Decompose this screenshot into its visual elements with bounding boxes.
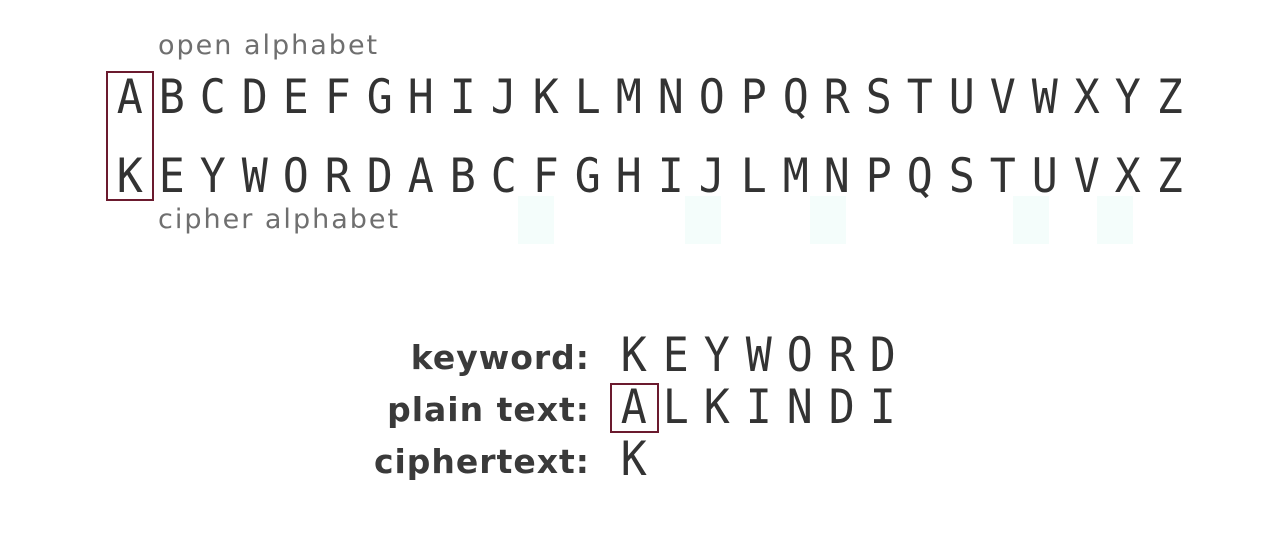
faint-marker: [1013, 196, 1049, 244]
open-alphabet-letter: S: [865, 70, 892, 125]
keyword-letter: E: [662, 328, 689, 383]
open-alphabet-letter: G: [366, 70, 393, 125]
open-alphabet-letter: K: [532, 70, 559, 125]
cipher-alphabet-letter: S: [948, 149, 975, 204]
faint-marker: [810, 196, 846, 244]
plain-text-letter: I: [745, 380, 772, 435]
open-alphabet-letter: B: [158, 70, 185, 125]
open-alphabet-letter: I: [449, 70, 476, 125]
keyword-letter: W: [745, 328, 772, 383]
cipher-alphabet-letter: D: [366, 149, 393, 204]
open-alphabet-letter: C: [199, 70, 226, 125]
cipher-alphabet-letter: L: [740, 149, 767, 204]
faint-marker: [685, 196, 721, 244]
keyword-letter: Y: [703, 328, 730, 383]
ciphertext-label: ciphertext:: [373, 442, 590, 481]
plain-text-letter: K: [703, 380, 730, 435]
open-alphabet-letter: Y: [1115, 70, 1142, 125]
open-alphabet-letter: U: [948, 70, 975, 125]
cipher-alphabet-letter: Y: [199, 149, 226, 204]
cipher-alphabet-letter: G: [574, 149, 601, 204]
open-alphabet-letter: O: [699, 70, 726, 125]
ciphertext-letter: K: [620, 432, 647, 487]
cipher-alphabet-letter: Q: [907, 149, 934, 204]
cipher-alphabet-letter: A: [407, 149, 434, 204]
cipher-alphabet-letter: Z: [1156, 149, 1183, 204]
faint-marker: [518, 196, 554, 244]
cipher-alphabet-letter: H: [615, 149, 642, 204]
open-alphabet-letter: L: [574, 70, 601, 125]
keyword-letter: D: [869, 328, 896, 383]
keyword-label: keyword:: [410, 338, 590, 377]
open-alphabet-letter: F: [324, 70, 351, 125]
cipher-alphabet-letter: E: [158, 149, 185, 204]
plain-text-letter: I: [869, 380, 896, 435]
ciphertext-value: K: [613, 434, 655, 486]
keyword-value: KEYWORD: [613, 330, 904, 382]
open-alphabet-letter: E: [283, 70, 310, 125]
plain-text-letter: D: [828, 380, 855, 435]
open-alphabet-letter: V: [990, 70, 1017, 125]
cipher-alphabet-letter: R: [324, 149, 351, 204]
cipher-alphabet-letter: M: [782, 149, 809, 204]
cipher-alphabet-letter: I: [657, 149, 684, 204]
keyword-letter: R: [828, 328, 855, 383]
open-alphabet-letter: J: [491, 70, 518, 125]
cipher-alphabet-letter: W: [241, 149, 268, 204]
open-alphabet-letter: T: [907, 70, 934, 125]
open-alphabet-letter: R: [823, 70, 850, 125]
open-alphabet-letter: P: [740, 70, 767, 125]
keyword-letter: O: [786, 328, 813, 383]
plain-text-letter: L: [662, 380, 689, 435]
open-alphabet-row: ABCDEFGHIJKLMNOPQRSTUVWXYZ: [109, 70, 1190, 130]
plain-text-label: plain text:: [387, 390, 590, 429]
cipher-alphabet-letter: P: [865, 149, 892, 204]
open-alphabet-letter: H: [407, 70, 434, 125]
cipher-alphabet-letter: O: [283, 149, 310, 204]
open-alphabet-letter: D: [241, 70, 268, 125]
open-alphabet-letter: M: [615, 70, 642, 125]
keyword-letter: K: [620, 328, 647, 383]
faint-marker: [1097, 196, 1133, 244]
plain-letter-highlight: [610, 383, 659, 433]
open-alphabet-letter: Z: [1156, 70, 1183, 125]
cipher-alphabet-letter: B: [449, 149, 476, 204]
open-alphabet-letter: Q: [782, 70, 809, 125]
open-alphabet-letter: X: [1073, 70, 1100, 125]
open-alphabet-letter: N: [657, 70, 684, 125]
open-alphabet-caption: open alphabet: [158, 30, 380, 61]
substitution-column-highlight: [106, 71, 154, 201]
cipher-alphabet-caption: cipher alphabet: [158, 204, 401, 235]
open-alphabet-letter: W: [1031, 70, 1058, 125]
plain-text-letter: N: [786, 380, 813, 435]
